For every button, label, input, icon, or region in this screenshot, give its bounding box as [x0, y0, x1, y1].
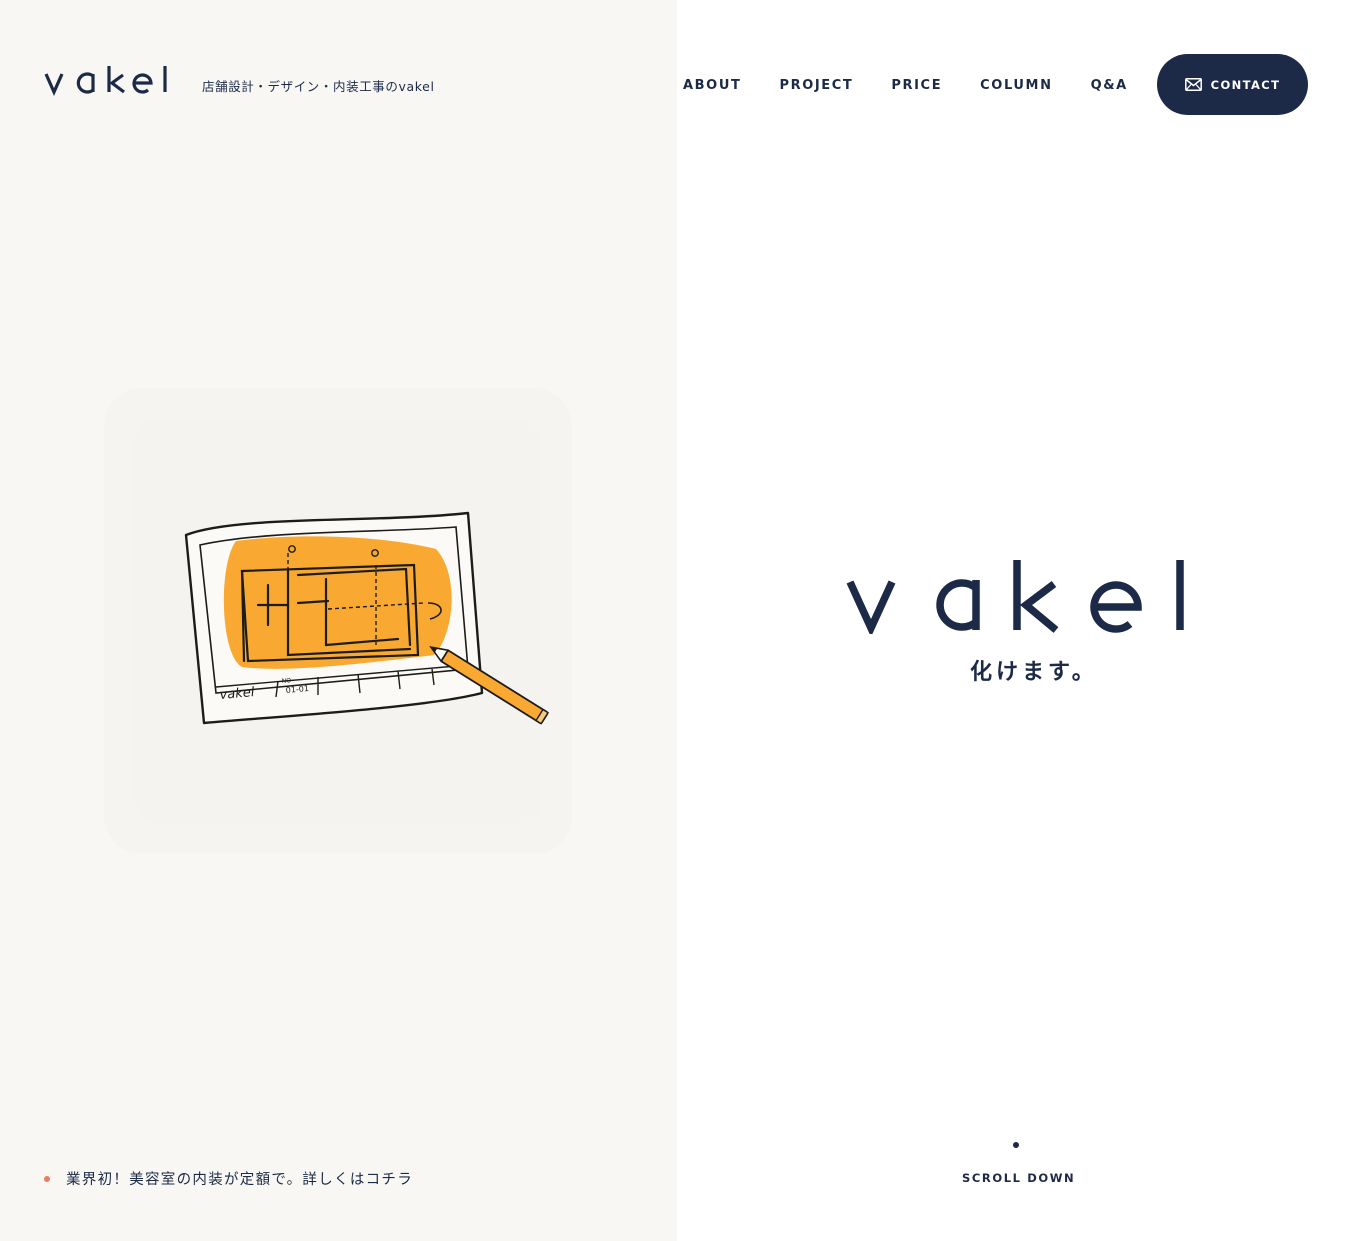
- nav-item-price[interactable]: PRICE: [891, 77, 942, 95]
- contact-label: CONTACT: [1210, 77, 1281, 92]
- sheet-label-brand: vakel: [219, 685, 255, 703]
- mail-icon: [1184, 78, 1202, 91]
- scroll-down-label[interactable]: SCROLL DOWN: [962, 1171, 1075, 1185]
- nav-item-qa[interactable]: Q&A: [1091, 77, 1128, 95]
- nav-item-column[interactable]: COLUMN: [980, 77, 1052, 95]
- news-text: 業界初！美容室の内装が定額で。詳しくはコチラ: [66, 1172, 414, 1188]
- site-tagline: 店舗設計・デザイン・内装工事のvakel: [202, 79, 435, 94]
- news-bullet-icon: [44, 1175, 50, 1182]
- hero-logo: [846, 558, 1186, 638]
- header-logo[interactable]: [44, 64, 170, 100]
- hero-subtitle: 化けます。: [970, 660, 1098, 685]
- nav-item-project[interactable]: PROJECT: [779, 77, 853, 95]
- scroll-indicator-dot: [1013, 1142, 1019, 1148]
- hero-vakel-logo-icon: [846, 560, 1184, 638]
- sheet-label-no: NO: [282, 677, 292, 685]
- nav-item-about[interactable]: ABOUT: [683, 77, 741, 95]
- vakel-logo-icon: [44, 66, 167, 96]
- news-link[interactable]: 業界初！美容室の内装が定額で。詳しくはコチラ: [44, 1168, 413, 1189]
- main-nav: ABOUT PROJECT PRICE COLUMN Q&A: [683, 77, 1166, 95]
- contact-button[interactable]: CONTACT: [1157, 54, 1308, 115]
- floor-plan-sketch-icon: vakel NO 01-01: [184, 511, 549, 725]
